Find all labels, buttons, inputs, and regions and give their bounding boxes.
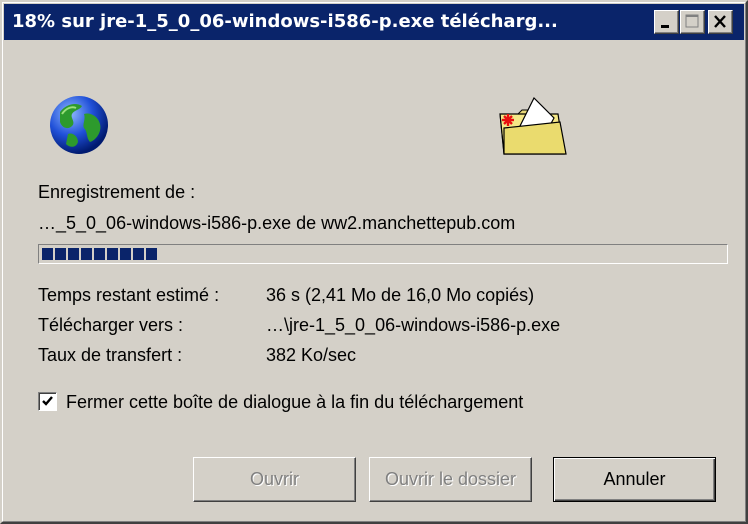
progress-chunk [107,248,118,260]
download-to-label: Télécharger vers : [38,315,184,335]
open-folder-button-label: Ouvrir le dossier [384,469,517,489]
title-bar[interactable]: 18% sur jre-1_5_0_06-windows-i586-p.exe … [4,4,744,40]
close-on-complete-label[interactable]: Fermer cette boîte de dialogue à la fin … [66,392,523,413]
progress-chunk [55,248,66,260]
maximize-icon [681,11,704,38]
open-button-label: Ouvrir [250,469,299,489]
cancel-button-label: Annuler [603,469,666,489]
maximize-button[interactable] [680,10,705,34]
saving-label: Enregistrement de : [38,182,196,202]
open-button[interactable]: Ouvrir [193,457,356,502]
open-folder-button[interactable]: Ouvrir le dossier [369,457,532,502]
progress-bar [38,244,728,264]
progress-fill [42,248,157,260]
cancel-button[interactable]: Annuler [553,457,716,502]
close-on-complete-checkbox[interactable] [38,392,57,411]
folder-icon [490,92,572,162]
minimize-button[interactable] [654,10,679,34]
time-left-value: 36 s (2,41 Mo de 16,0 Mo copiés) [266,285,535,305]
transfer-rate-value: 382 Ko/sec [266,345,357,365]
transfer-rate-label: Taux de transfert : [38,345,183,365]
close-icon [709,11,732,38]
download-to-value: …\jre-1_5_0_06-windows-i586-p.exe [266,315,561,335]
checkmark-icon [40,394,55,414]
progress-chunk [68,248,79,260]
download-dialog: 18% sur jre-1_5_0_06-windows-i586-p.exe … [0,0,748,524]
progress-chunk [133,248,144,260]
progress-chunk [120,248,131,260]
download-source: …_5_0_06-windows-i586-p.exe de ww2.manch… [38,213,516,233]
progress-chunk [146,248,157,260]
close-button[interactable] [708,10,733,34]
minimize-icon [655,11,678,38]
progress-chunk [94,248,105,260]
progress-chunk [42,248,53,260]
globe-icon [48,94,110,156]
progress-chunk [81,248,92,260]
time-left-label: Temps restant estimé : [38,285,220,305]
window-title: 18% sur jre-1_5_0_06-windows-i586-p.exe … [12,11,558,32]
